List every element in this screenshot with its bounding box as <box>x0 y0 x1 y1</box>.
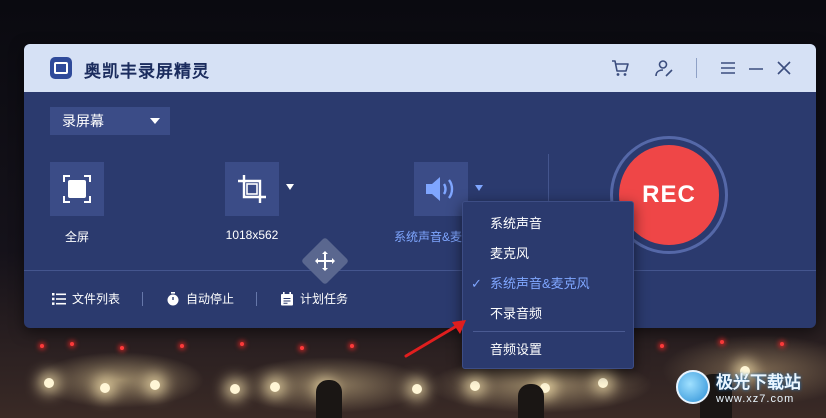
crop-icon <box>238 175 266 203</box>
main-window: 奥凯丰录屏精灵 录屏幕 全屏 1018x562 系统声音&麦 REC 文件列表 … <box>24 44 816 328</box>
cart-icon[interactable] <box>610 58 630 78</box>
audio-button[interactable] <box>414 162 468 216</box>
horizontal-divider <box>24 270 816 271</box>
menu-item-no-audio[interactable]: 不录音频 <box>463 299 633 329</box>
watermark-name: 极光下载站 <box>716 373 801 392</box>
file-list-button[interactable]: 文件列表 <box>52 290 120 307</box>
watermark-logo-icon <box>676 369 710 404</box>
watermark-url: www.xz7.com <box>716 393 795 405</box>
menu-item-label: 麦克风 <box>490 246 530 261</box>
menu-item-system-sound[interactable]: 系统声音 <box>463 209 633 239</box>
menu-item-microphone[interactable]: 麦克风 <box>463 239 633 269</box>
audio-source-menu: 系统声音 麦克风 ✓ 系统声音&麦克风 不录音频 音频设置 <box>462 201 634 369</box>
bottom-separator <box>142 292 143 306</box>
menu-item-system-and-mic[interactable]: ✓ 系统声音&麦克风 <box>463 269 633 299</box>
titlebar-separator <box>696 58 697 78</box>
menu-item-label: 系统声音 <box>490 216 543 231</box>
region-caret-icon[interactable] <box>286 184 294 190</box>
user-edit-icon[interactable] <box>654 58 674 78</box>
speaker-icon <box>426 177 454 201</box>
minimize-icon[interactable] <box>746 58 766 78</box>
checkmark-icon: ✓ <box>471 276 482 291</box>
bottom-separator <box>256 292 257 306</box>
calendar-task-icon <box>281 291 293 305</box>
menu-separator <box>473 331 625 332</box>
file-list-label: 文件列表 <box>72 292 121 306</box>
menu-item-label: 音频设置 <box>490 342 543 357</box>
fullscreen-label: 全屏 <box>64 230 89 244</box>
audio-caret-icon[interactable] <box>475 185 483 191</box>
menu-item-label: 系统声音&麦克风 <box>490 276 590 291</box>
app-title: 奥凯丰录屏精灵 <box>84 62 210 81</box>
fullscreen-button[interactable] <box>50 162 104 216</box>
move-arrows-icon <box>315 251 335 271</box>
schedule-task-label: 计划任务 <box>300 292 349 306</box>
auto-stop-label: 自动停止 <box>186 292 235 306</box>
site-watermark: 极光下载站 www.xz7.com <box>676 368 801 405</box>
close-icon[interactable] <box>774 58 794 78</box>
list-icon <box>52 292 66 305</box>
region-size-label: 1018x562 <box>225 228 279 242</box>
region-button[interactable] <box>225 162 279 216</box>
rec-button[interactable]: REC <box>619 145 719 245</box>
audio-source-label: 系统声音&麦 <box>394 230 463 244</box>
fullscreen-icon <box>63 175 91 203</box>
caret-down-icon <box>150 118 160 124</box>
auto-stop-button[interactable]: 自动停止 <box>166 290 234 307</box>
stopwatch-icon <box>167 291 179 305</box>
menu-item-label: 不录音频 <box>490 306 543 321</box>
mode-dropdown[interactable]: 录屏幕 <box>50 107 170 135</box>
app-logo-icon <box>50 57 72 79</box>
mode-dropdown-value: 录屏幕 <box>62 113 104 129</box>
menu-item-audio-settings[interactable]: 音频设置 <box>463 335 633 365</box>
annotation-arrow-icon <box>404 320 466 358</box>
menu-icon[interactable] <box>718 58 738 78</box>
schedule-task-button[interactable]: 计划任务 <box>280 290 348 307</box>
title-bar: 奥凯丰录屏精灵 <box>24 44 816 92</box>
